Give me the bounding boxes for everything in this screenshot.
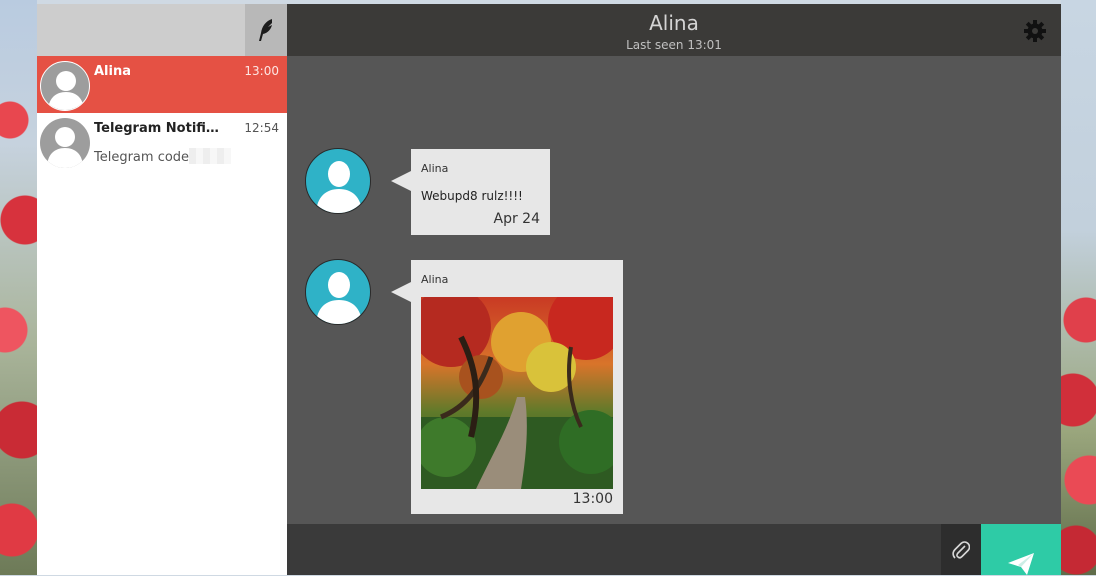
chat-time: 13:00 [244,64,279,78]
chat-name: Alina [94,64,132,79]
message-sender: Alina [421,162,449,175]
chat-list-sidebar: Alina 13:00 Telegram Notificati... 12:54… [37,4,287,575]
photo-attachment[interactable] [421,297,613,489]
desktop-wallpaper-right [1061,0,1096,575]
compose-button[interactable] [245,4,287,56]
message-bubble[interactable]: Alina Webupd8 rulz!!!! Apr 24 [411,149,550,235]
message-time: Apr 24 [493,211,540,227]
sidebar-toolbar [37,4,287,56]
avatar [40,118,90,168]
chat-name: Telegram Notificati... [94,121,224,136]
bubble-tail [391,282,411,302]
message-time: 13:00 [572,491,613,507]
sender-avatar[interactable] [305,148,371,214]
avatar [40,61,90,111]
chat-item-alina[interactable]: Alina 13:00 [37,56,287,113]
photo-message-bubble[interactable]: Alina 13:00 [411,260,623,514]
bubble-tail [391,171,411,191]
attach-button[interactable] [941,524,981,575]
redacted-code [189,148,232,164]
feather-icon [259,19,272,41]
message-composer[interactable] [287,524,1061,575]
last-seen-status: Last seen 13:01 [626,38,722,52]
telegram-window: Alina 13:00 Telegram Notificati... 12:54… [37,4,1061,575]
conversation-pane: Alina Last seen 13:01 Alina Webupd8 rulz… [287,4,1061,575]
send-button[interactable] [981,524,1061,575]
chat-preview: Telegram code [94,148,232,165]
message-text: Webupd8 rulz!!!! [421,189,523,203]
paper-plane-icon [1008,552,1034,575]
chat-preview-text: Telegram code [94,150,190,165]
gear-icon [1024,20,1046,42]
chat-item-telegram-notifications[interactable]: Telegram Notificati... 12:54 Telegram co… [37,113,287,170]
chat-time: 12:54 [244,121,279,135]
settings-button[interactable] [1023,19,1047,43]
desktop-wallpaper-left [0,0,37,575]
message-sender: Alina [421,273,449,286]
sender-avatar[interactable] [305,259,371,325]
conversation-header: Alina Last seen 13:01 [287,4,1061,56]
paperclip-icon [952,540,970,559]
conversation-title: Alina [649,11,699,35]
